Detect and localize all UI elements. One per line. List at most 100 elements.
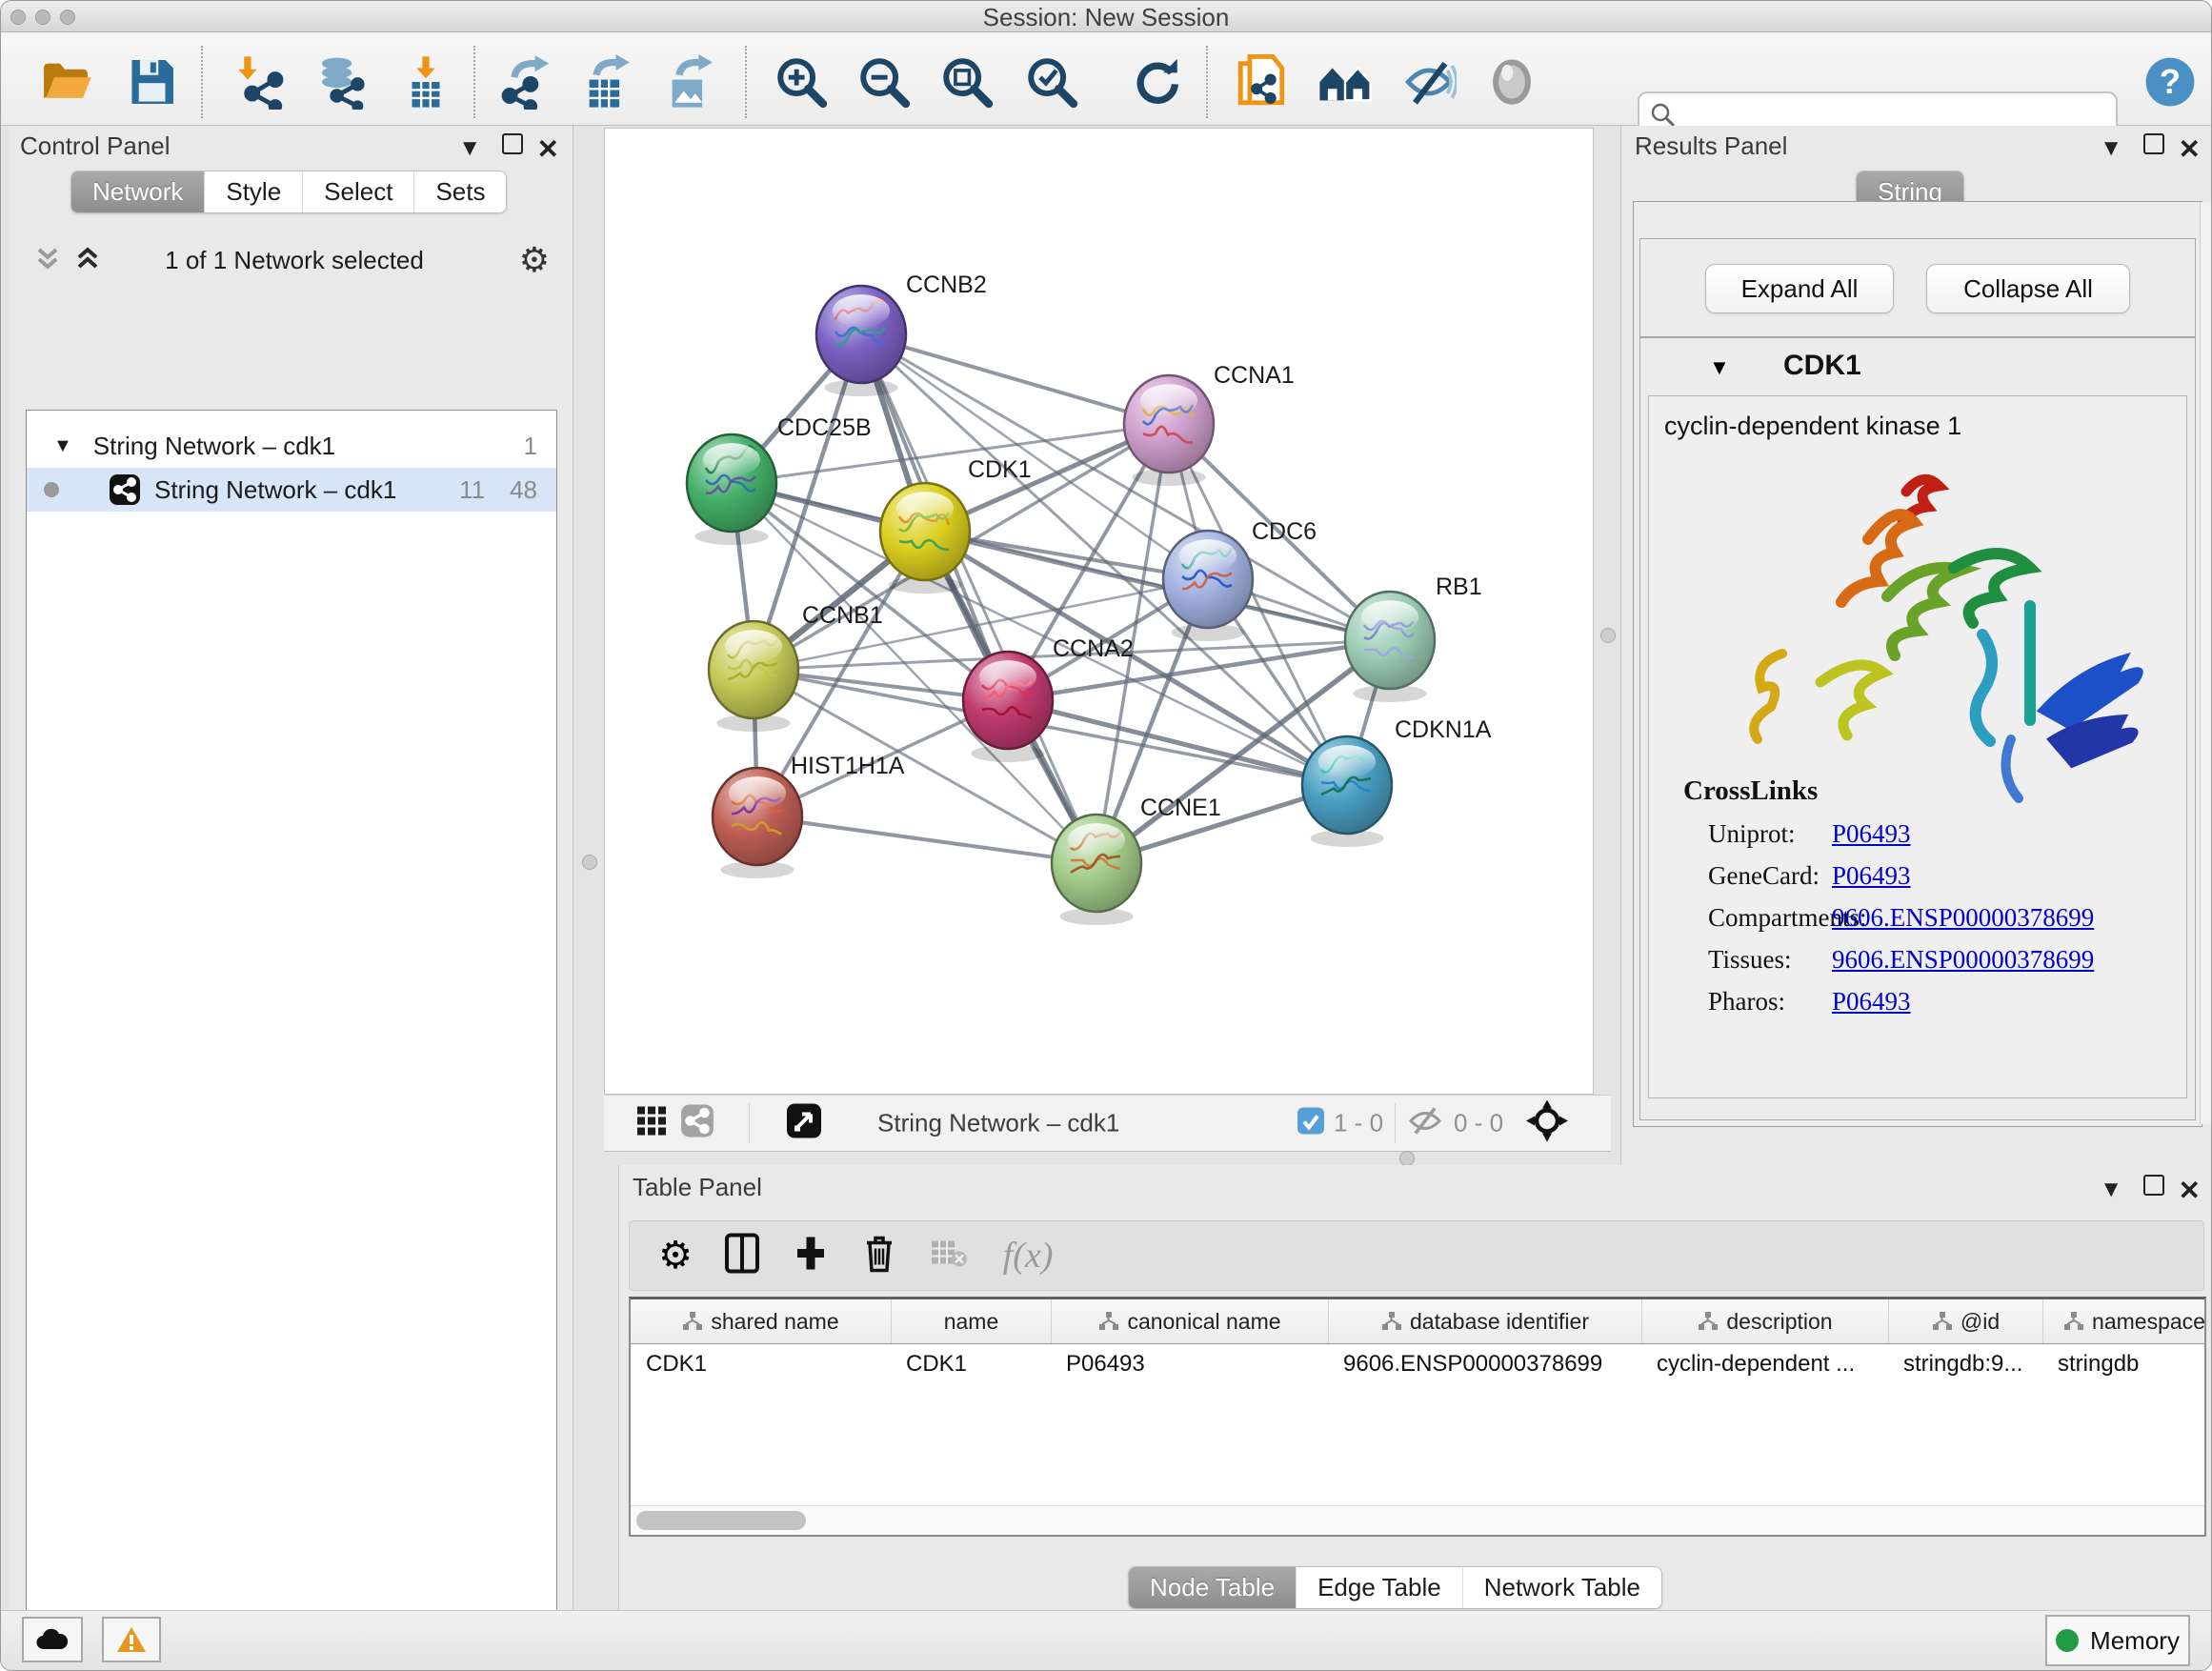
memory-button[interactable]: Memory — [2045, 1615, 2190, 1666]
copy-share-button[interactable] — [1234, 54, 1289, 110]
import-table-file-button[interactable] — [398, 54, 453, 110]
network-badge-button[interactable] — [680, 1104, 714, 1143]
tab-select[interactable]: Select — [302, 171, 413, 212]
network-edge-CCNB2-CCNE1[interactable] — [861, 334, 1096, 863]
cloud-status-button[interactable] — [22, 1617, 83, 1662]
network-edge-CDK1-RB1[interactable] — [925, 532, 1390, 640]
tab-edge-table[interactable]: Edge Table — [1296, 1567, 1462, 1608]
expand-all-button[interactable]: Expand All — [1705, 264, 1894, 313]
results-scrollbar[interactable] — [2200, 202, 2212, 1124]
network-node-CDK1[interactable] — [880, 483, 970, 594]
zoom-selected-button[interactable] — [1024, 54, 1079, 110]
table-settings-gear-icon[interactable]: ⚙ — [658, 1234, 693, 1278]
export-table-button[interactable] — [580, 54, 635, 110]
column-header--id[interactable]: @id — [1888, 1299, 2042, 1343]
column-header-shared-name[interactable]: shared name — [631, 1299, 891, 1343]
control-panel-float-button[interactable] — [502, 133, 523, 161]
function-builder-button[interactable]: f(x) — [1003, 1235, 1054, 1277]
collapse-all-icon[interactable] — [33, 246, 62, 272]
zoom-in-button[interactable] — [774, 54, 829, 110]
network-node-CCNE1[interactable] — [1052, 815, 1141, 925]
network-row-selected[interactable]: String Network – cdk1 11 48 — [27, 468, 556, 512]
zoom-out-button[interactable] — [856, 54, 912, 110]
table-cell[interactable]: 9606.ENSP00000378699 — [1328, 1343, 1641, 1385]
memory-status-dot — [2056, 1629, 2079, 1652]
column-header-database-identifier[interactable]: database identifier — [1328, 1299, 1641, 1343]
left-splitter-handle[interactable] — [582, 855, 597, 870]
warnings-button[interactable] — [102, 1617, 161, 1662]
delete-table-button[interactable] — [930, 1238, 968, 1275]
hidden-elements-button[interactable] — [1408, 1107, 1442, 1140]
expand-all-icon[interactable] — [73, 246, 102, 272]
column-header-namespace[interactable]: namespace — [2042, 1299, 2212, 1343]
collection-expander-icon[interactable]: ▼ — [53, 435, 72, 457]
fit-selection-target-button[interactable] — [1525, 1099, 1569, 1148]
network-edge-CCNB2-CCNA1[interactable] — [861, 334, 1169, 424]
import-network-database-button[interactable] — [312, 54, 367, 110]
crosslink-link-3[interactable]: 9606.ENSP00000378699 — [1832, 945, 2094, 975]
network-node-RB1[interactable] — [1345, 592, 1435, 702]
eye-button[interactable] — [1484, 54, 1539, 110]
gene-section-expander-icon[interactable]: ▼ — [1709, 355, 1730, 380]
network-edge-HIST1H1A-CCNE1[interactable] — [757, 816, 1096, 863]
home-button[interactable] — [1317, 54, 1373, 110]
tab-sets[interactable]: Sets — [413, 171, 506, 212]
import-network-file-button[interactable] — [231, 54, 287, 110]
network-node-CCNB1[interactable] — [709, 621, 798, 732]
network-view-canvas[interactable]: CCNB2CCNA1CDC25BCDK1CDC6RB1CCNB1CCNA2CDK… — [604, 128, 1594, 1095]
selected-nodes-checkbox[interactable] — [1297, 1107, 1325, 1140]
tab-node-table[interactable]: Node Table — [1129, 1567, 1296, 1608]
refresh-button[interactable] — [1129, 54, 1184, 110]
show-columns-button[interactable] — [725, 1234, 759, 1278]
export-image-button[interactable] — [663, 54, 718, 110]
column-header-description[interactable]: description — [1641, 1299, 1888, 1343]
crosslink-link-0[interactable]: P06493 — [1832, 819, 1911, 849]
table-cell[interactable]: stringdb:9... — [1888, 1343, 2042, 1385]
table-hscrollbar-thumb[interactable] — [636, 1511, 806, 1530]
control-panel-close-icon[interactable]: ✕ — [537, 133, 559, 165]
collapse-all-button[interactable]: Collapse All — [1926, 264, 2130, 313]
network-node-CCNA2[interactable] — [963, 652, 1053, 762]
save-session-button[interactable] — [124, 54, 179, 110]
network-node-HIST1H1A[interactable] — [713, 768, 802, 878]
network-node-CCNA1[interactable] — [1124, 375, 1214, 486]
grid-view-button[interactable] — [635, 1105, 668, 1142]
hide-glasses-button[interactable] — [1401, 54, 1457, 110]
right-splitter-handle[interactable] — [1600, 628, 1616, 643]
table-cell[interactable]: P06493 — [1051, 1343, 1328, 1385]
table-cell[interactable]: stringdb — [2042, 1343, 2212, 1385]
network-collection-row[interactable]: ▼ String Network – cdk1 1 — [27, 424, 556, 468]
crosslink-link-1[interactable]: P06493 — [1832, 861, 1911, 891]
tab-network-table[interactable]: Network Table — [1462, 1567, 1661, 1608]
network-options-gear-icon[interactable]: ⚙ — [519, 240, 550, 280]
zoom-fit-button[interactable] — [939, 54, 995, 110]
table-cell[interactable]: cyclin-dependent ... — [1641, 1343, 1888, 1385]
table-cell[interactable]: CDK1 — [631, 1343, 891, 1385]
results-panel-close-icon[interactable]: ✕ — [2179, 133, 2201, 165]
tab-style[interactable]: Style — [204, 171, 302, 212]
table-panel-collapse-icon[interactable]: ▼ — [2100, 1177, 2122, 1203]
birdseye-view-button[interactable] — [786, 1103, 822, 1144]
network-node-CDKN1A[interactable] — [1302, 736, 1392, 847]
bottom-splitter-handle[interactable] — [1399, 1151, 1415, 1166]
table-panel-float-button[interactable] — [2143, 1175, 2164, 1202]
crosslink-link-4[interactable]: P06493 — [1832, 987, 1911, 1017]
network-node-CCNB2[interactable] — [816, 286, 906, 396]
table-cell[interactable]: CDK1 — [891, 1343, 1051, 1385]
table-panel-close-icon[interactable]: ✕ — [2179, 1175, 2201, 1206]
column-header-canonical-name[interactable]: canonical name — [1051, 1299, 1328, 1343]
open-session-button[interactable] — [38, 54, 93, 110]
add-column-button[interactable] — [794, 1234, 828, 1278]
control-panel-collapse-icon[interactable]: ▼ — [458, 135, 481, 162]
crosslink-link-2[interactable]: 9606.ENSP00000378699 — [1832, 903, 2094, 933]
save-disk-icon — [124, 54, 179, 110]
results-panel-collapse-icon[interactable]: ▼ — [2100, 135, 2122, 162]
results-panel-float-button[interactable] — [2143, 133, 2164, 161]
export-network-button[interactable] — [498, 54, 553, 110]
node-label-CDK1: CDK1 — [968, 456, 1032, 483]
column-header-name[interactable]: name — [891, 1299, 1051, 1343]
delete-column-button[interactable] — [863, 1234, 895, 1278]
tab-network[interactable]: Network — [71, 171, 204, 212]
network-node-CDC25B[interactable] — [687, 434, 776, 545]
help-button[interactable]: ? — [2142, 54, 2198, 110]
